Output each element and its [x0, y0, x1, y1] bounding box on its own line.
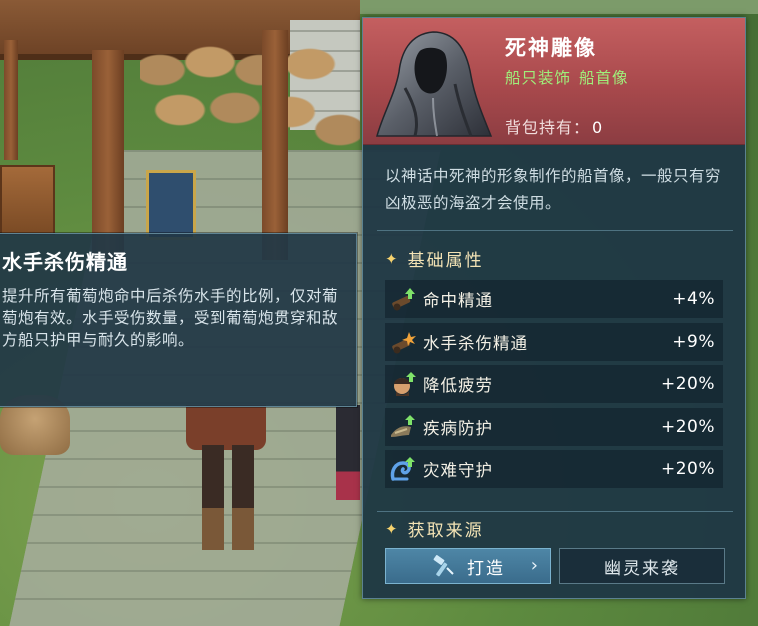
skill-tooltip-title: 水手杀伤精通 [2, 250, 128, 274]
attribute-row[interactable]: 降低疲劳 +20% [385, 365, 723, 403]
item-detail-panel: 死神雕像 船只装饰 船首像 背包持有： 0 以神话中死神的形象制作的船首像，一般只… [362, 17, 746, 599]
anchor-banner [146, 170, 196, 240]
divider [377, 511, 733, 512]
chevron-right-icon: › [530, 555, 540, 576]
sailor-rest-icon [394, 372, 416, 396]
item-description: 以神话中死神的形象制作的船首像，一般只有穷凶极恶的海盗才会使用。 [385, 167, 722, 212]
attribute-list: 命中精通 +4% 水手杀伤精通 +9% 降低疲劳 +20% 疾病防护 +20% … [385, 280, 723, 493]
skill-tooltip: 水手杀伤精通 提升所有葡萄炮命中后杀伤水手的比例，仅对葡萄炮有效。水手受伤数量，… [0, 233, 357, 407]
craft-hammer-icon [433, 555, 454, 577]
ghost-raid-button[interactable]: 幽灵来袭 [559, 548, 725, 584]
item-tags: 船只装饰 船首像 [505, 66, 629, 88]
item-name: 死神雕像 [505, 36, 597, 60]
ghost-raid-label: 幽灵来袭 [604, 558, 680, 579]
sparkle-icon: ✦ [385, 249, 400, 268]
owned-label: 背包持有： [505, 118, 591, 137]
wave-guard-icon [390, 457, 415, 481]
wooden-post [92, 50, 124, 260]
attribute-value: +20% [660, 374, 715, 394]
attribute-row[interactable]: 命中精通 +4% [385, 280, 723, 318]
source-buttons: 打造 › 幽灵来袭 [385, 548, 725, 584]
attribute-name: 降低疲劳 [423, 376, 493, 395]
wooden-post [4, 40, 18, 160]
sparkle-icon: ✦ [385, 519, 400, 538]
attribute-name: 疾病防护 [423, 418, 493, 438]
hooded-reaper-statue-icon [375, 28, 493, 140]
wooden-post [262, 30, 288, 260]
skill-tooltip-description: 提升所有葡萄炮命中后杀伤水手的比例，仅对葡萄炮有效。水手受伤数量，受到葡萄炮贯穿… [2, 287, 339, 349]
craft-button[interactable]: 打造 › [385, 548, 551, 584]
craft-label: 打造 [467, 558, 505, 579]
attribute-value: +20% [660, 459, 715, 479]
owned-count: 背包持有： 0 [505, 114, 603, 138]
item-header: 死神雕像 船只装饰 船首像 背包持有： 0 [363, 18, 745, 145]
attribute-value: +9% [672, 331, 715, 352]
player-character [186, 405, 266, 555]
attribute-name: 命中精通 [423, 291, 493, 310]
item-tag: 船只装饰 [505, 69, 572, 87]
attribute-name: 水手杀伤精通 [423, 333, 528, 353]
attribute-value: +4% [672, 289, 715, 309]
bandage-upgrade-icon [391, 414, 415, 437]
attribute-row[interactable]: 水手杀伤精通 +9% [385, 322, 723, 361]
cannon-upgrade-icon [392, 288, 415, 311]
source-title: ✦ 获取来源 [385, 519, 484, 542]
divider [377, 230, 733, 231]
attribute-row[interactable]: 灾难守护 +20% [385, 450, 723, 488]
grain-sacks [140, 40, 360, 160]
item-tag: 船首像 [579, 69, 629, 87]
distant-roof [360, 0, 758, 14]
attribute-name: 灾难守护 [423, 461, 493, 480]
attribute-value: +20% [660, 416, 715, 437]
cannon-blast-icon [392, 331, 416, 353]
attribute-row[interactable]: 疾病防护 +20% [385, 407, 723, 446]
owned-value: 0 [592, 118, 604, 137]
wooden-crate [0, 165, 55, 235]
base-attributes-title: ✦ 基础属性 [385, 249, 484, 272]
npc-character [336, 405, 360, 500]
